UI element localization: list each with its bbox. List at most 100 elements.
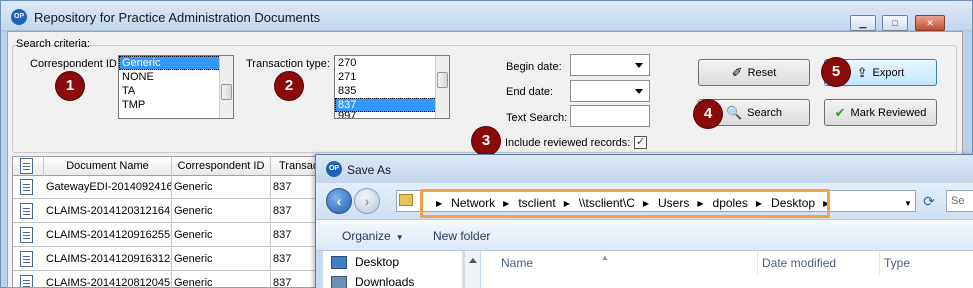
- save-as-dialog: OP Save As ‹ › ▶ Network ▶ tsclient ▶ \\…: [315, 154, 973, 288]
- organize-label: Organize: [342, 229, 391, 243]
- list-item[interactable]: 835: [335, 84, 449, 98]
- list-item[interactable]: NONE: [119, 70, 233, 84]
- list-item[interactable]: TA: [119, 84, 233, 98]
- step-badge-1: 1: [56, 72, 84, 100]
- column-header-document-name[interactable]: Document Name: [44, 157, 172, 176]
- step-badge-3: 3: [472, 127, 500, 155]
- include-reviewed-checkbox[interactable]: ✓: [634, 136, 647, 149]
- list-item[interactable]: 837: [335, 98, 449, 112]
- refresh-icon[interactable]: ⟳: [916, 190, 942, 212]
- document-icon: [20, 158, 33, 174]
- text-search-input[interactable]: [570, 105, 650, 127]
- app-icon: OP: [326, 161, 342, 177]
- app-icon: OP: [11, 9, 27, 25]
- step-badge-4: 4: [694, 100, 722, 128]
- text-search-label: Text Search:: [506, 112, 568, 124]
- list-item[interactable]: 270: [335, 56, 449, 70]
- downloads-icon: [331, 276, 347, 288]
- doc-column-header[interactable]: [13, 157, 44, 176]
- cell-document-name: GatewayEDI-2014092416: [44, 176, 172, 199]
- new-folder-button[interactable]: New folder: [433, 229, 490, 243]
- begin-date-picker[interactable]: [570, 54, 650, 76]
- nav-scrollbar[interactable]: [464, 251, 480, 288]
- search-criteria-label: Search criteria:: [16, 38, 90, 50]
- chevron-down-icon: ▼: [395, 233, 404, 242]
- list-item[interactable]: 271: [335, 70, 449, 84]
- table-row[interactable]: CLAIMS-2014120812045 Generic 837: [13, 272, 321, 287]
- document-icon: [20, 179, 33, 195]
- cell-correspondent: Generic: [172, 248, 271, 271]
- export-icon: ⇪: [856, 65, 868, 80]
- list-item[interactable]: 997: [335, 112, 449, 118]
- transaction-type-list[interactable]: 270 271 835 837 997: [334, 55, 450, 119]
- cell-document-name: CLAIMS-2014120916255: [44, 224, 172, 247]
- dialog-title-bar: OP Save As: [316, 155, 973, 183]
- chevron-down-icon: [635, 89, 643, 94]
- grid-header: Document Name Correspondent ID Transac: [13, 157, 321, 176]
- end-date-picker[interactable]: [570, 80, 650, 102]
- reset-label: Reset: [747, 66, 777, 79]
- nav-item-desktop[interactable]: Desktop: [355, 255, 399, 269]
- export-label: Export: [872, 66, 905, 79]
- correspondent-scrollbar[interactable]: [219, 56, 233, 118]
- forward-arrow-icon: ›: [364, 193, 370, 209]
- correspondent-id-list[interactable]: Generic NONE TA TMP: [118, 55, 234, 119]
- transaction-type-label: Transaction type:: [246, 58, 330, 70]
- desktop-icon: [331, 256, 347, 269]
- folder-icon: [399, 194, 413, 206]
- document-icon: [20, 203, 33, 219]
- search-input[interactable]: Se: [946, 190, 973, 212]
- cell-correspondent: Generic: [172, 200, 271, 223]
- minimize-button[interactable]: ▁: [850, 15, 876, 31]
- chevron-down-icon[interactable]: ▼: [904, 199, 912, 208]
- window-title: Repository for Practice Administration D…: [34, 10, 321, 25]
- end-date-label: End date:: [506, 86, 554, 98]
- list-item[interactable]: TMP: [119, 98, 233, 112]
- list-item[interactable]: Generic: [119, 56, 233, 70]
- cell-document-name: CLAIMS-2014120812045: [44, 272, 172, 287]
- chevron-down-icon: [635, 63, 643, 68]
- table-row[interactable]: CLAIMS-2014120312164 Generic 837: [13, 200, 321, 223]
- eraser-icon: ✐: [731, 65, 743, 80]
- back-button[interactable]: ‹: [326, 188, 352, 214]
- search-label: Search: [747, 106, 783, 119]
- column-header-type[interactable]: Type: [880, 251, 973, 275]
- nav-item-downloads[interactable]: Downloads: [355, 275, 414, 288]
- include-reviewed-label: Include reviewed records:: [505, 137, 631, 149]
- correspondent-id-label: Correspondent ID:: [30, 58, 120, 70]
- address-highlight: [420, 189, 830, 218]
- file-list: ▲ Name Date modified Type: [481, 251, 973, 288]
- document-icon: [20, 275, 33, 287]
- organize-button[interactable]: Organize ▼: [342, 229, 404, 243]
- table-row[interactable]: CLAIMS-2014120916312 Generic 837: [13, 248, 321, 271]
- navigation-pane: Desktop Downloads: [323, 251, 463, 288]
- maximize-button[interactable]: □: [882, 15, 908, 31]
- checkmark-icon: ✔: [834, 105, 846, 120]
- column-header-correspondent-id[interactable]: Correspondent ID: [172, 157, 271, 176]
- close-button[interactable]: ✕: [915, 15, 945, 31]
- results-grid: Document Name Correspondent ID Transac G…: [12, 156, 322, 288]
- cell-correspondent: Generic: [172, 272, 271, 287]
- cell-document-name: CLAIMS-2014120916312: [44, 248, 172, 271]
- mark-reviewed-label: Mark Reviewed: [850, 106, 927, 119]
- search-icon: 🔍: [725, 105, 743, 120]
- transaction-scrollbar[interactable]: [435, 56, 449, 118]
- column-header-date-modified[interactable]: Date modified: [758, 251, 880, 275]
- mark-reviewed-button[interactable]: ✔ Mark Reviewed: [824, 99, 937, 126]
- step-badge-2: 2: [275, 72, 303, 100]
- title-bar: OP Repository for Practice Administratio…: [1, 1, 972, 31]
- step-badge-5: 5: [822, 58, 850, 86]
- reset-button[interactable]: ✐ Reset: [698, 59, 810, 86]
- cell-correspondent: Generic: [172, 176, 271, 199]
- back-arrow-icon: ‹: [336, 193, 342, 209]
- cell-correspondent: Generic: [172, 224, 271, 247]
- forward-button[interactable]: ›: [354, 188, 380, 214]
- document-icon: [20, 251, 33, 267]
- cell-document-name: CLAIMS-2014120312164: [44, 200, 172, 223]
- document-icon: [20, 227, 33, 243]
- table-row[interactable]: GatewayEDI-2014092416 Generic 837: [13, 176, 321, 199]
- column-header-name[interactable]: Name: [481, 251, 758, 275]
- dialog-title: Save As: [347, 163, 392, 177]
- begin-date-label: Begin date:: [506, 61, 562, 73]
- table-row[interactable]: CLAIMS-2014120916255 Generic 837: [13, 224, 321, 247]
